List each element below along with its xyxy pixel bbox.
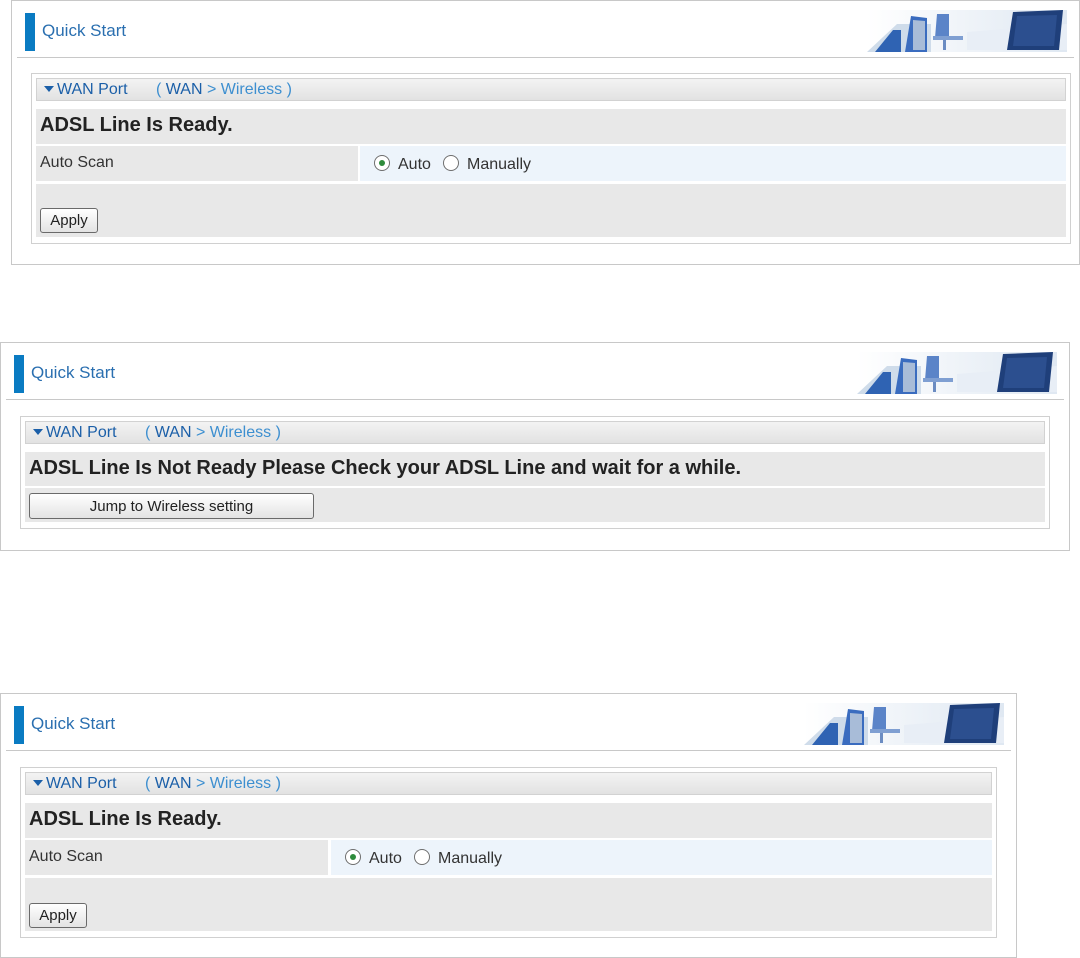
apply-button[interactable]: Apply (40, 208, 98, 233)
page-title: Quick Start (31, 714, 116, 733)
breadcrumb: ( WAN > Wireless ) (156, 81, 292, 99)
status-row: ADSL Line Is Ready. (36, 109, 1066, 144)
header-accent-bar (14, 355, 24, 393)
breadcrumb-wireless[interactable]: Wireless (210, 424, 271, 441)
breadcrumb: ( WAN > Wireless ) (145, 424, 281, 442)
radio-manually-label[interactable]: Manually (438, 850, 502, 868)
radio-auto[interactable] (374, 155, 390, 171)
wan-port-section: WAN Port ( WAN > Wireless ) ADSL Line Is… (20, 416, 1050, 529)
radio-auto-label[interactable]: Auto (398, 156, 431, 174)
header-divider (6, 399, 1064, 400)
auto-scan-options: Auto Manually (331, 840, 992, 875)
section-title: WAN Port (46, 424, 117, 441)
breadcrumb-separator: > (206, 81, 217, 98)
wan-port-section: WAN Port ( WAN > Wireless ) ADSL Line Is… (20, 767, 997, 938)
breadcrumb-open: ( (156, 81, 162, 98)
quick-start-panel-ready-2: Quick Start WAN Port ( WAN > Wireless ) … (0, 693, 1017, 958)
header-divider (6, 750, 1011, 751)
adsl-status-text: ADSL Line Is Ready. (40, 114, 233, 136)
breadcrumb-close: ) (275, 775, 281, 792)
radio-manually-label[interactable]: Manually (467, 156, 531, 174)
section-header[interactable]: WAN Port ( WAN > Wireless ) (36, 78, 1066, 101)
auto-scan-row: Auto Scan Auto Manually (36, 146, 1066, 181)
apply-row: Apply (25, 878, 992, 931)
auto-scan-label-cell: Auto Scan (36, 146, 358, 181)
breadcrumb-wireless[interactable]: Wireless (210, 775, 271, 792)
page-title: Quick Start (31, 363, 116, 382)
header-accent-bar (14, 706, 24, 744)
breadcrumb-close: ) (275, 424, 281, 441)
header-divider (17, 57, 1074, 58)
breadcrumb-separator: > (195, 424, 206, 441)
breadcrumb-separator: > (195, 775, 206, 792)
auto-scan-label: Auto Scan (29, 848, 103, 865)
radio-manually[interactable] (443, 155, 459, 171)
section-title: WAN Port (57, 81, 128, 98)
wan-port-section: WAN Port ( WAN > Wireless ) ADSL Line Is… (31, 73, 1071, 244)
quick-start-header: Quick Start (1, 343, 1069, 399)
office-chairs-desk-icon (867, 10, 1067, 52)
adsl-status-text: ADSL Line Is Not Ready Please Check your… (29, 457, 742, 479)
status-row: ADSL Line Is Not Ready Please Check your… (25, 452, 1045, 486)
page-title: Quick Start (42, 21, 127, 40)
breadcrumb-wan[interactable]: WAN (155, 424, 192, 441)
radio-manually[interactable] (414, 849, 430, 865)
adsl-status-text: ADSL Line Is Ready. (29, 808, 222, 830)
radio-auto[interactable] (345, 849, 361, 865)
quick-start-panel-ready: Quick Start WAN Port ( WAN > Wireless ) … (11, 0, 1080, 265)
breadcrumb-open: ( (145, 424, 151, 441)
caret-down-icon[interactable] (44, 86, 54, 92)
apply-row: Apply (36, 184, 1066, 237)
quick-start-panel-not-ready: Quick Start WAN Port ( WAN > Wireless ) … (0, 342, 1070, 551)
jump-to-wireless-button[interactable]: Jump to Wireless setting (29, 493, 314, 519)
auto-scan-label: Auto Scan (40, 154, 114, 171)
breadcrumb-open: ( (145, 775, 151, 792)
breadcrumb-wireless[interactable]: Wireless (221, 81, 282, 98)
caret-down-icon[interactable] (33, 429, 43, 435)
office-chairs-desk-icon (804, 703, 1004, 745)
breadcrumb: ( WAN > Wireless ) (145, 775, 281, 793)
jump-row: Jump to Wireless setting (25, 488, 1045, 522)
status-row: ADSL Line Is Ready. (25, 803, 992, 838)
radio-auto-label[interactable]: Auto (369, 850, 402, 868)
breadcrumb-wan[interactable]: WAN (166, 81, 203, 98)
auto-scan-row: Auto Scan Auto Manually (25, 840, 992, 875)
apply-button[interactable]: Apply (29, 903, 87, 928)
section-header[interactable]: WAN Port ( WAN > Wireless ) (25, 421, 1045, 444)
quick-start-header: Quick Start (1, 694, 1016, 750)
section-title: WAN Port (46, 775, 117, 792)
breadcrumb-close: ) (286, 81, 292, 98)
auto-scan-options: Auto Manually (360, 146, 1066, 181)
office-chairs-desk-icon (857, 352, 1057, 394)
caret-down-icon[interactable] (33, 780, 43, 786)
breadcrumb-wan[interactable]: WAN (155, 775, 192, 792)
section-header[interactable]: WAN Port ( WAN > Wireless ) (25, 772, 992, 795)
quick-start-header: Quick Start (12, 1, 1079, 57)
header-accent-bar (25, 13, 35, 51)
auto-scan-label-cell: Auto Scan (25, 840, 328, 875)
